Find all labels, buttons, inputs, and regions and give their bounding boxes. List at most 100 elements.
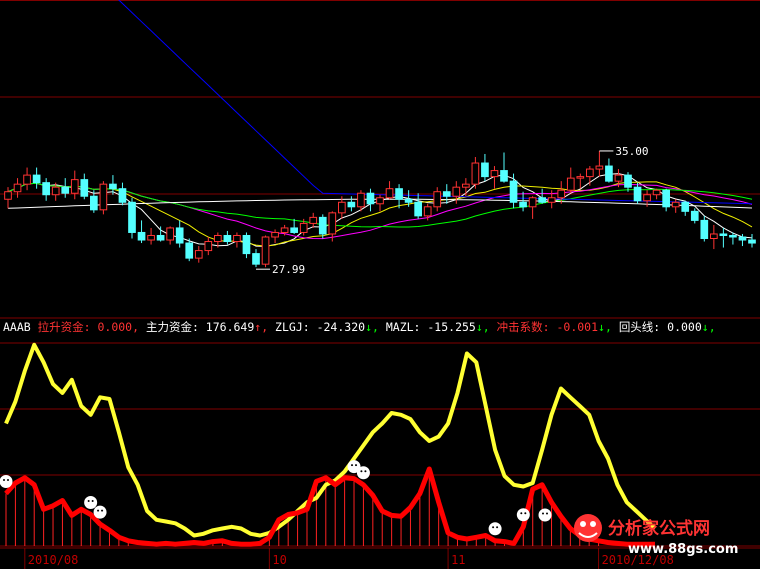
- candle-body: [395, 188, 403, 200]
- indicator-label: ZLGJ: -24.320: [275, 320, 365, 334]
- candle-body: [557, 189, 566, 199]
- signal-smiley-icon: [356, 466, 370, 480]
- watermark-title: 分析家公式网: [608, 518, 710, 539]
- signal-eye: [546, 512, 548, 515]
- candle-body: [519, 201, 527, 208]
- indicator-label: 冲击系数: -0.001: [497, 320, 598, 334]
- candle-body: [214, 234, 222, 243]
- signal-eye: [360, 470, 363, 473]
- watermark-logo: [574, 514, 602, 542]
- date-tick-label: 10: [272, 553, 286, 567]
- candle-body: [194, 250, 203, 259]
- signal-eye: [496, 526, 499, 529]
- candle-body: [233, 234, 241, 243]
- signal-face: [93, 505, 107, 519]
- candle-body: [90, 195, 98, 211]
- candle-body: [462, 183, 470, 188]
- date-tick-label: 11: [451, 553, 465, 567]
- candle-body: [318, 216, 327, 235]
- signal-eye: [364, 470, 367, 473]
- candle-body: [442, 191, 451, 197]
- candle-body: [538, 197, 546, 203]
- indicator-label: 拉升资金: 0.000,: [38, 320, 139, 334]
- candle-body: [290, 227, 298, 233]
- candle-body: [671, 201, 680, 208]
- signal-eye: [520, 512, 523, 515]
- candle-body: [175, 227, 184, 244]
- signal-eye: [542, 512, 544, 515]
- indicator-code: AAAB: [3, 320, 38, 334]
- signal-eye: [524, 512, 527, 515]
- candle-body: [32, 174, 41, 184]
- signal-eye: [355, 464, 358, 467]
- low-price-label: 27.99: [272, 263, 305, 276]
- indicator-label: MAZL: -15.255: [386, 320, 476, 334]
- candle-body: [357, 192, 365, 208]
- candle-body: [423, 206, 432, 217]
- indicator-label: 主力资金: 176.649: [146, 320, 254, 334]
- candle-body: [566, 177, 575, 191]
- candle-body: [147, 234, 155, 241]
- stock-chart: 35.00 27.99 AAAB 拉升资金: 0.000, 主力资金: 176.6…: [0, 0, 760, 569]
- candle-body: [23, 174, 31, 185]
- indicator-values-bar: AAAB 拉升资金: 0.000, 主力资金: 176.649↑, ZLGJ: …: [3, 320, 716, 334]
- candle-body: [452, 186, 461, 197]
- candle-body: [80, 179, 89, 197]
- candle-body: [509, 180, 518, 203]
- candle-body: [13, 183, 22, 193]
- candle-body: [61, 186, 70, 194]
- indicator-arrow: ↓,: [702, 320, 716, 334]
- candle-body: [624, 174, 632, 188]
- candle-body: [338, 201, 346, 214]
- signal-smiley-icon: [0, 475, 13, 488]
- candle-body: [185, 242, 194, 259]
- watermark-url: www.88gs.com: [628, 542, 738, 557]
- candle-body: [710, 233, 718, 240]
- signal-eye: [3, 479, 5, 481]
- candle-body: [366, 192, 375, 205]
- candle-body: [414, 201, 422, 217]
- indicator-arrow: ↓,: [365, 320, 386, 334]
- candle: [261, 235, 270, 268]
- candle-body: [605, 165, 613, 182]
- candle-body: [271, 231, 279, 238]
- candle-body: [729, 234, 737, 238]
- signal-face: [538, 508, 552, 522]
- candle-body: [109, 183, 117, 190]
- candle-body: [738, 236, 747, 241]
- signal-face: [356, 466, 370, 480]
- signal-face: [488, 522, 502, 536]
- candle: [128, 197, 136, 239]
- date-tick-label: 2010/08: [28, 553, 79, 567]
- signal-eye: [91, 500, 94, 502]
- candle-body: [128, 201, 136, 233]
- candle-body: [595, 165, 604, 170]
- candle-body: [347, 201, 356, 208]
- indicator-arrow: ↓,: [598, 320, 619, 334]
- candle-body: [166, 227, 174, 241]
- candle-body: [252, 253, 260, 265]
- candle-body: [481, 162, 489, 178]
- candle-body: [576, 176, 585, 179]
- signal-eye: [351, 464, 354, 467]
- candle-body: [681, 201, 690, 212]
- signal-eye: [97, 509, 100, 512]
- signal-face: [0, 475, 13, 488]
- candle-body: [280, 227, 289, 233]
- candle-body: [643, 194, 651, 202]
- candle-body: [700, 219, 709, 240]
- signal-eye: [87, 500, 90, 502]
- candle-body: [662, 189, 670, 208]
- candle-body: [490, 170, 499, 178]
- candle-body: [51, 186, 60, 196]
- candle-body: [547, 197, 556, 203]
- candle-body: [99, 183, 108, 211]
- candle-body: [376, 197, 384, 205]
- signal-face: [84, 496, 98, 509]
- candle-body: [748, 239, 756, 244]
- candle-body: [385, 188, 394, 199]
- candle-body: [471, 162, 480, 185]
- high-price-label: 35.00: [615, 145, 648, 158]
- candle-body: [528, 197, 537, 208]
- signal-eye: [492, 526, 495, 529]
